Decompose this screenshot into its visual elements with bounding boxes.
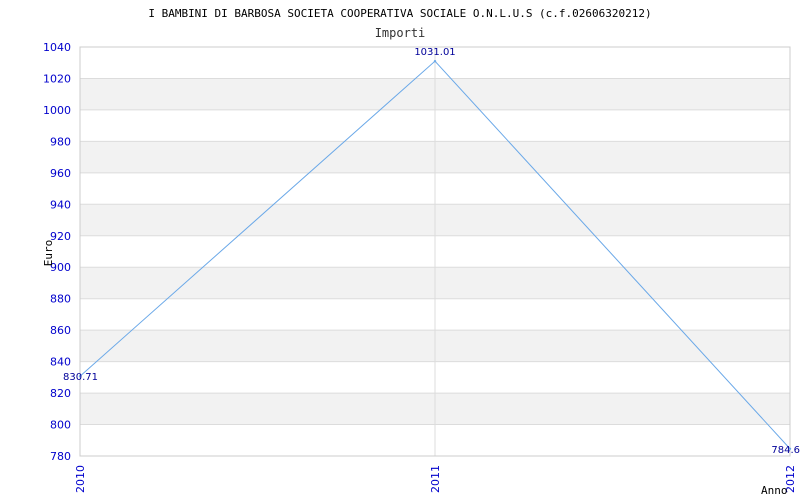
x-axis-label: Anno (761, 484, 788, 497)
data-label: 1031.01 (414, 47, 455, 58)
data-point (433, 59, 437, 63)
y-tick-label: 840 (50, 356, 71, 369)
data-label: 830.71 (63, 372, 98, 383)
y-axis-label: Euro (42, 240, 55, 267)
y-tick-label: 960 (50, 167, 71, 180)
y-tick-label: 940 (50, 198, 71, 211)
y-tick-label: 780 (50, 450, 71, 463)
x-tick-label: 2011 (429, 465, 442, 493)
y-tick-label: 1000 (43, 104, 71, 117)
line-chart: I BAMBINI DI BARBOSA SOCIETA COOPERATIVA… (42, 7, 800, 497)
chart-subtitle: Importi (375, 26, 426, 40)
x-axis-ticks: 2010 2011 2012 (74, 465, 797, 493)
y-tick-label: 860 (50, 324, 71, 337)
chart-title: I BAMBINI DI BARBOSA SOCIETA COOPERATIVA… (148, 7, 651, 20)
data-label: 784.6 (771, 445, 800, 456)
x-tick-label: 2010 (74, 465, 87, 493)
y-tick-label: 1020 (43, 72, 71, 85)
y-tick-label: 980 (50, 135, 71, 148)
y-tick-label: 1040 (43, 41, 71, 54)
y-tick-label: 800 (50, 419, 71, 432)
y-tick-label: 880 (50, 293, 71, 306)
y-tick-label: 820 (50, 387, 71, 400)
